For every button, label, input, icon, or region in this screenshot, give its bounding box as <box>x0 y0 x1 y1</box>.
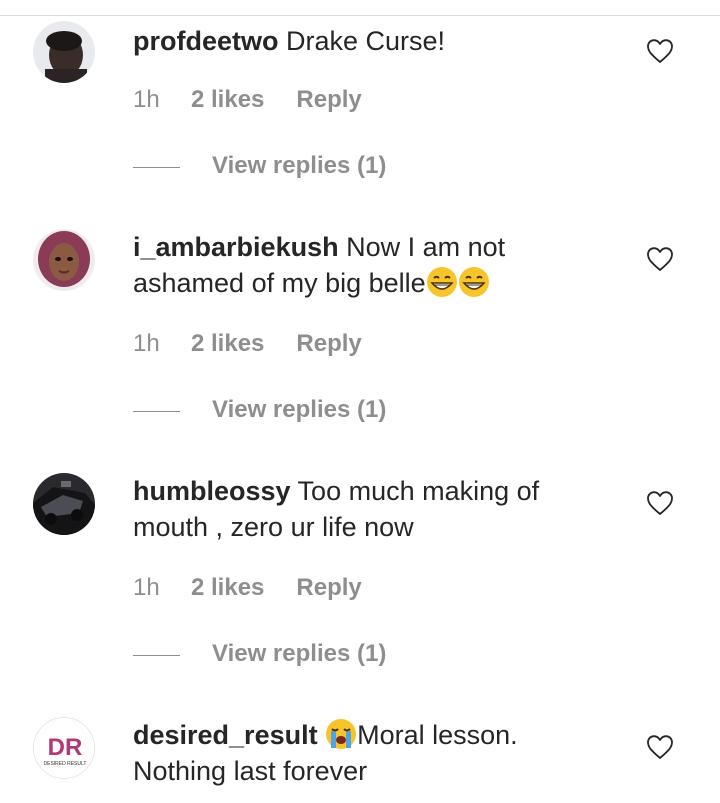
avatar[interactable] <box>33 229 95 291</box>
comment-text: i_ambarbiekush Now I am not ashamed of m… <box>133 229 593 301</box>
comment-text: profdeetwo Drake Curse! <box>133 23 593 59</box>
heart-outline-icon[interactable] <box>646 246 674 272</box>
view-replies-label[interactable]: View replies (1) <box>212 396 386 424</box>
comment-username[interactable]: i_ambarbiekush <box>133 232 339 262</box>
replies-divider <box>133 411 180 412</box>
avatar[interactable] <box>33 21 95 83</box>
comment-time: 1h <box>133 86 160 113</box>
comment-username[interactable]: desired_result <box>133 720 318 750</box>
comment-likes[interactable]: 2 likes <box>191 574 264 602</box>
comment-time: 1h <box>133 330 160 357</box>
grinning-face-icon <box>426 266 458 298</box>
reply-button[interactable]: Reply <box>296 86 361 114</box>
top-divider <box>0 15 720 16</box>
comment-text: humbleossy Too much making of mouth , ze… <box>133 473 593 545</box>
reply-button[interactable]: Reply <box>296 574 361 602</box>
comment-body: Drake Curse! <box>278 26 446 56</box>
comment-text: desired_result Moral lesson. Nothing las… <box>133 717 593 789</box>
heart-outline-icon[interactable] <box>646 734 674 760</box>
comment-username[interactable]: humbleossy <box>133 476 291 506</box>
comment-username[interactable]: profdeetwo <box>133 26 279 56</box>
comment-meta: 1h 2 likes Reply <box>133 86 362 114</box>
comment-likes[interactable]: 2 likes <box>191 86 264 114</box>
avatar[interactable]: DR DESIRED RESULT <box>33 717 95 779</box>
dr-logo-subtext: DESIRED RESULT <box>44 761 87 767</box>
view-replies-label[interactable]: View replies (1) <box>212 640 386 668</box>
view-replies-label[interactable]: View replies (1) <box>212 152 386 180</box>
comment-meta: 1h 2 likes Reply <box>133 574 362 602</box>
reply-button[interactable]: Reply <box>296 330 361 358</box>
dr-logo-text: DR <box>48 734 83 761</box>
replies-divider <box>133 167 180 168</box>
avatar[interactable] <box>33 473 95 535</box>
comment-time: 1h <box>133 574 160 601</box>
comment-meta: 1h 2 likes Reply <box>133 330 362 358</box>
comment-likes[interactable]: 2 likes <box>191 330 264 358</box>
grinning-face-icon <box>458 266 490 298</box>
loudly-crying-face-icon <box>325 718 357 750</box>
replies-divider <box>133 655 180 656</box>
heart-outline-icon[interactable] <box>646 490 674 516</box>
heart-outline-icon[interactable] <box>646 38 674 64</box>
